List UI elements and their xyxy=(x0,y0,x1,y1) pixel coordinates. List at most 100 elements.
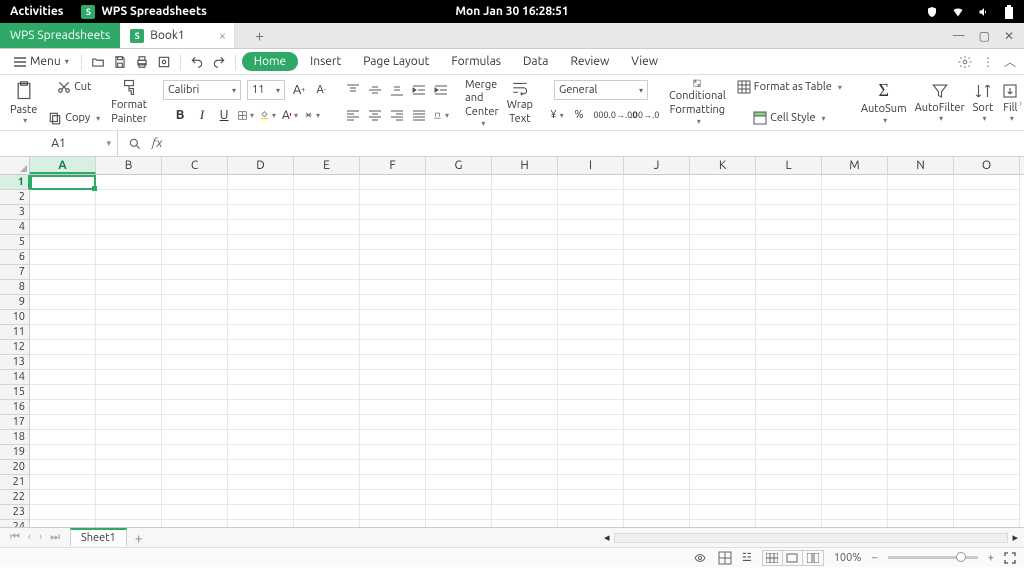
zoom-level[interactable]: 100% xyxy=(834,552,862,564)
cell[interactable] xyxy=(690,430,756,445)
cell[interactable] xyxy=(756,310,822,325)
cell[interactable] xyxy=(30,205,96,220)
cell[interactable] xyxy=(294,505,360,520)
cell[interactable] xyxy=(30,505,96,520)
cell[interactable] xyxy=(822,430,888,445)
cell[interactable] xyxy=(360,280,426,295)
cell[interactable] xyxy=(30,475,96,490)
cell[interactable] xyxy=(756,430,822,445)
cell[interactable] xyxy=(822,385,888,400)
align-middle-icon[interactable] xyxy=(367,82,383,98)
cell[interactable] xyxy=(294,310,360,325)
row-header[interactable]: 4 xyxy=(0,220,30,235)
cell[interactable] xyxy=(360,340,426,355)
cell[interactable] xyxy=(96,265,162,280)
cell[interactable] xyxy=(558,490,624,505)
row-header[interactable]: 15 xyxy=(0,385,30,400)
cell[interactable] xyxy=(690,370,756,385)
row-header[interactable]: 12 xyxy=(0,340,30,355)
cell[interactable] xyxy=(690,460,756,475)
row-header[interactable]: 5 xyxy=(0,235,30,250)
cell[interactable] xyxy=(954,265,1020,280)
cell[interactable] xyxy=(558,430,624,445)
cell[interactable] xyxy=(30,265,96,280)
cell[interactable] xyxy=(756,475,822,490)
ribbon-more-icon[interactable]: ⋮ xyxy=(982,55,994,69)
cell[interactable] xyxy=(294,325,360,340)
app-home-tab[interactable]: WPS Spreadsheets xyxy=(0,23,120,48)
column-header[interactable]: M xyxy=(822,157,888,174)
cell[interactable] xyxy=(756,250,822,265)
window-close-icon[interactable]: ✕ xyxy=(1004,29,1014,43)
row-header[interactable]: 20 xyxy=(0,460,30,475)
freeze-icon[interactable]: ☳ xyxy=(742,551,752,564)
cell[interactable] xyxy=(690,250,756,265)
cell[interactable] xyxy=(228,265,294,280)
cell[interactable] xyxy=(228,340,294,355)
cell[interactable] xyxy=(162,370,228,385)
cell[interactable] xyxy=(360,445,426,460)
cell[interactable] xyxy=(426,355,492,370)
cell[interactable] xyxy=(822,175,888,190)
cell[interactable] xyxy=(954,505,1020,520)
cell[interactable] xyxy=(756,520,822,527)
cell[interactable] xyxy=(954,190,1020,205)
view-normal-icon[interactable] xyxy=(763,551,783,565)
cell[interactable] xyxy=(888,280,954,295)
print-preview-icon[interactable] xyxy=(154,53,174,71)
cell[interactable] xyxy=(822,490,888,505)
cell[interactable] xyxy=(228,430,294,445)
cell[interactable] xyxy=(426,220,492,235)
align-bottom-icon[interactable] xyxy=(389,82,405,98)
cell[interactable] xyxy=(492,400,558,415)
cell[interactable] xyxy=(690,235,756,250)
cell[interactable] xyxy=(888,370,954,385)
cell[interactable] xyxy=(162,520,228,527)
row-header[interactable]: 7 xyxy=(0,265,30,280)
cell[interactable] xyxy=(756,265,822,280)
cell[interactable] xyxy=(96,370,162,385)
cell[interactable] xyxy=(756,175,822,190)
cell[interactable] xyxy=(954,400,1020,415)
cell[interactable] xyxy=(360,520,426,527)
find-icon[interactable] xyxy=(128,137,142,151)
cell[interactable] xyxy=(162,175,228,190)
cell[interactable] xyxy=(822,505,888,520)
cell[interactable] xyxy=(954,430,1020,445)
cell[interactable] xyxy=(888,220,954,235)
cell[interactable] xyxy=(954,355,1020,370)
cell[interactable] xyxy=(228,445,294,460)
cell[interactable] xyxy=(624,190,690,205)
cell[interactable] xyxy=(492,220,558,235)
eye-mode-icon[interactable] xyxy=(692,552,708,564)
cell[interactable] xyxy=(360,235,426,250)
bold-icon[interactable]: B xyxy=(172,107,188,123)
cell[interactable] xyxy=(822,220,888,235)
cell[interactable] xyxy=(228,220,294,235)
cell[interactable] xyxy=(294,220,360,235)
cell[interactable] xyxy=(558,205,624,220)
cell[interactable] xyxy=(360,355,426,370)
cell[interactable] xyxy=(690,415,756,430)
cell[interactable] xyxy=(624,475,690,490)
document-tab-close-icon[interactable]: × xyxy=(219,29,226,43)
cell[interactable] xyxy=(822,325,888,340)
cell[interactable] xyxy=(162,295,228,310)
font-name-select[interactable]: Calibri▾ xyxy=(163,80,241,100)
cell[interactable] xyxy=(492,385,558,400)
cell[interactable] xyxy=(30,220,96,235)
cell[interactable] xyxy=(558,325,624,340)
decrease-font-icon[interactable]: A- xyxy=(313,82,329,98)
cell[interactable] xyxy=(822,190,888,205)
cell[interactable] xyxy=(360,295,426,310)
volume-icon[interactable] xyxy=(978,6,990,18)
collapse-ribbon-icon[interactable]: ︿ xyxy=(1004,53,1016,70)
cell[interactable] xyxy=(492,325,558,340)
cell[interactable] xyxy=(492,190,558,205)
comma-style-icon[interactable]: 000 xyxy=(593,107,609,123)
hscroll-right-icon[interactable]: ▸ xyxy=(1012,531,1018,544)
cell[interactable] xyxy=(888,400,954,415)
column-header[interactable]: O xyxy=(954,157,1020,174)
cell[interactable] xyxy=(756,325,822,340)
cell[interactable] xyxy=(294,250,360,265)
